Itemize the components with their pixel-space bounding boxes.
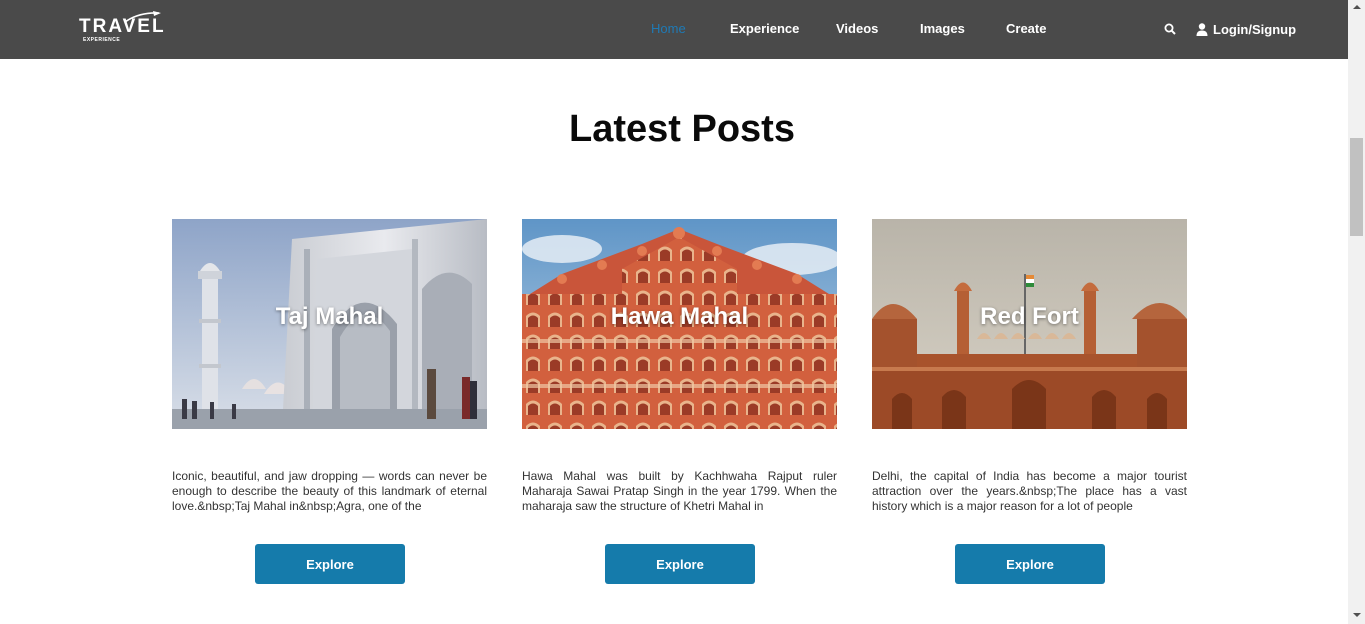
post-image[interactable]: Hawa Mahal — [522, 219, 837, 429]
nav-create[interactable]: Create — [1006, 21, 1046, 36]
post-image[interactable]: Red Fort — [872, 219, 1187, 429]
post-title: Taj Mahal — [275, 303, 384, 330]
post-excerpt: Delhi, the capital of India has become a… — [872, 469, 1187, 513]
post-card-taj-mahal: Taj Mahal Iconic, beautiful, and jaw dro… — [172, 219, 487, 584]
post-image[interactable]: Taj Mahal — [172, 219, 487, 429]
nav-experience[interactable]: Experience — [730, 21, 799, 36]
search-icon[interactable] — [1164, 23, 1176, 35]
nav-home[interactable]: Home — [651, 21, 686, 36]
post-card-red-fort: Red Fort Delhi, the capital of India has… — [872, 219, 1187, 584]
user-icon — [1196, 22, 1208, 36]
post-excerpt: Hawa Mahal was built by Kachhwaha Rajput… — [522, 469, 837, 513]
explore-button[interactable]: Explore — [955, 544, 1105, 584]
post-card-hawa-mahal: Hawa Mahal Hawa Mahal was built by Kachh… — [522, 219, 837, 584]
page-title: Latest Posts — [569, 108, 795, 150]
post-title: Red Fort — [980, 303, 1079, 330]
login-label: Login/Signup — [1213, 21, 1297, 37]
main-nav: Home Experience Videos Images Create — [0, 0, 1348, 59]
post-excerpt: Iconic, beautiful, and jaw dropping — wo… — [172, 469, 487, 513]
post-title: Hawa Mahal — [610, 303, 749, 330]
login-signup-link[interactable]: Login/Signup — [1196, 21, 1296, 37]
explore-button[interactable]: Explore — [605, 544, 755, 584]
explore-button[interactable]: Explore — [255, 544, 405, 584]
scroll-down-icon[interactable] — [1353, 613, 1361, 617]
page-scrollbar[interactable] — [1348, 0, 1365, 624]
nav-images[interactable]: Images — [920, 21, 965, 36]
scroll-up-icon[interactable] — [1353, 5, 1361, 9]
scroll-thumb[interactable] — [1350, 138, 1363, 236]
nav-videos[interactable]: Videos — [836, 21, 878, 36]
top-navbar: TRAVEL EXPERIENCE Home Experience Videos… — [0, 0, 1348, 59]
